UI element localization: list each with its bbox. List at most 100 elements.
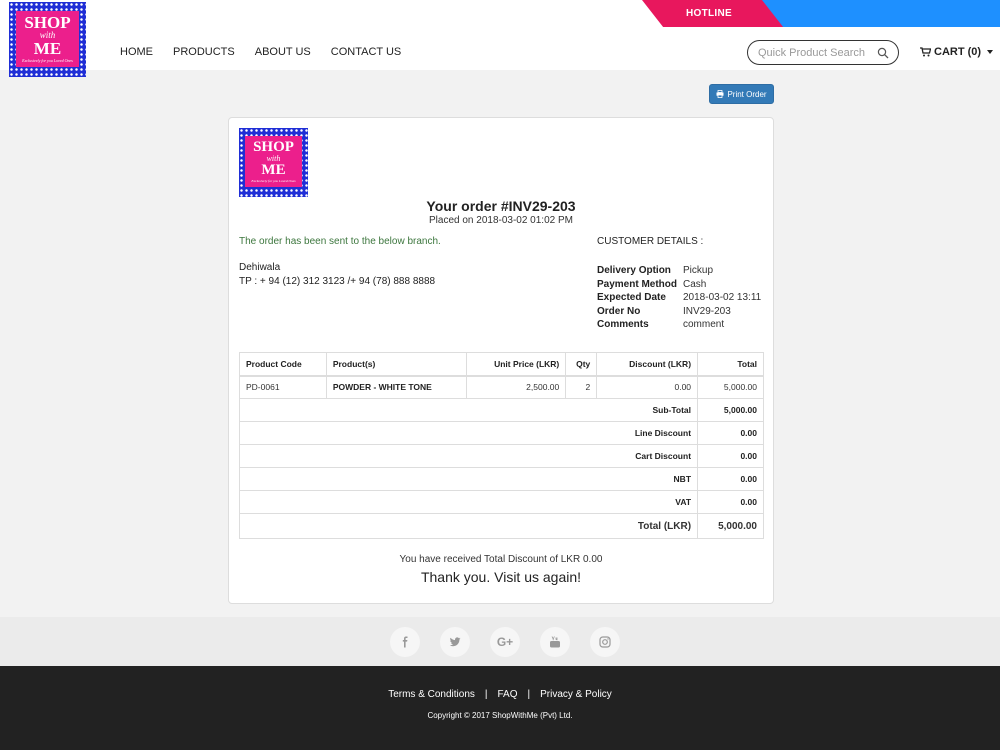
branch-message: The order has been sent to the below bra… [239, 236, 441, 247]
summary-label: Cart Discount [238, 444, 699, 468]
quick-search [747, 40, 899, 65]
summary-label: Line Discount [238, 421, 699, 445]
logo-me-text: ME [33, 39, 62, 59]
site-logo[interactable]: SHOP with ME Exclusively for you Loved O… [9, 2, 86, 77]
cell-total: 5,000.00 [697, 375, 764, 399]
facebook-icon[interactable] [390, 627, 420, 657]
cell-discount: 0.00 [596, 375, 699, 399]
detail-order-no: Order No INV29-203 [597, 306, 761, 320]
summary-label: NBT [238, 467, 699, 491]
cell-unit-price: 2,500.00 [466, 375, 567, 399]
col-qty: Qty [565, 352, 598, 377]
detail-label: Order No [597, 305, 641, 317]
grand-total-label: Total (LKR) [238, 513, 699, 539]
summary-row-cart-discount: Cart Discount 0.00 [238, 444, 764, 468]
summary-row-sub-total: Sub-Total 5,000.00 [238, 398, 764, 422]
footer-separator: | [527, 689, 531, 700]
col-unit-price: Unit Price (LKR) [466, 352, 567, 377]
print-order-button[interactable]: Print Order [709, 84, 774, 104]
discount-message: You have received Total Discount of LKR … [399, 554, 603, 565]
order-logo-inner: SHOP with ME Exclusively for you Loved O… [245, 136, 302, 188]
cart-button[interactable]: CART (0) [920, 46, 994, 58]
nav-contact-us[interactable]: CONTACT US [331, 46, 402, 58]
branch-city: Dehiwala [239, 262, 281, 273]
cart-icon [920, 47, 931, 57]
table-header-row: Product Code Product(s) Unit Price (LKR)… [239, 352, 764, 377]
summary-value: 5,000.00 [697, 398, 764, 422]
site-header: HOTLINE SHOP with ME Exclusively for you… [0, 0, 1000, 77]
summary-row-grand-total: Total (LKR) 5,000.00 [238, 513, 764, 539]
summary-value: 0.00 [697, 467, 764, 491]
summary-value: 0.00 [697, 421, 764, 445]
logo-tagline: Exclusively for you Loved Ones [22, 58, 73, 64]
detail-label: Expected Date [597, 292, 666, 303]
footer-separator: | [484, 689, 488, 700]
summary-value: 0.00 [697, 490, 764, 514]
footer-links: Terms & Conditions | FAQ | Privacy & Pol… [0, 689, 1000, 700]
col-total: Total [697, 352, 764, 377]
order-logo-me-text: ME [261, 162, 286, 179]
detail-label: Payment Method [597, 278, 678, 290]
summary-row-line-discount: Line Discount 0.00 [238, 421, 764, 445]
instagram-icon[interactable] [590, 627, 620, 657]
detail-expected-date: Expected Date 2018-03-02 13:11 [597, 292, 761, 306]
order-logo-tagline: Exclusively for you Loved Ones [251, 179, 296, 184]
thank-you-message: Thank you. Visit us again! [420, 569, 582, 585]
order-items-table: Product Code Product(s) Unit Price (LKR)… [238, 352, 764, 539]
nav-home[interactable]: HOME [120, 46, 153, 58]
footer-link-terms[interactable]: Terms & Conditions [388, 689, 475, 700]
detail-label: Delivery Option [597, 265, 671, 276]
summary-label: VAT [238, 490, 699, 514]
main-nav: HOME PRODUCTS ABOUT US CONTACT US [120, 46, 401, 58]
grand-total-value: 5,000.00 [697, 513, 764, 539]
footer-link-faq[interactable]: FAQ [498, 689, 518, 700]
detail-value: comment [683, 319, 725, 330]
social-bar: G+ [0, 617, 1000, 666]
chevron-down-icon [987, 50, 994, 54]
col-products: Product(s) [325, 352, 468, 377]
hotline-strip: HOTLINE [0, 0, 1000, 27]
branch-phone: TP : + 94 (12) 312 3123 /+ 94 (78) 888 8… [239, 276, 436, 287]
footer-link-privacy[interactable]: Privacy & Policy [540, 689, 612, 700]
google-plus-icon[interactable]: G+ [490, 627, 520, 657]
logo-shop-text: SHOP [24, 13, 71, 33]
nav-products[interactable]: PRODUCTS [173, 46, 235, 58]
youtube-icon[interactable] [540, 627, 570, 657]
search-input[interactable] [758, 45, 876, 61]
detail-value: 2018-03-02 13:11 [683, 292, 762, 303]
detail-comments: Comments comment [597, 319, 761, 333]
cell-qty: 2 [565, 375, 598, 399]
col-discount: Discount (LKR) [596, 352, 699, 377]
cart-label: CART (0) [934, 46, 982, 58]
order-title: Your order #INV29-203 [426, 198, 576, 214]
twitter-icon[interactable] [440, 627, 470, 657]
detail-value: Cash [683, 278, 707, 290]
logo-inner: SHOP with ME Exclusively for you Loved O… [15, 11, 80, 67]
printer-icon [716, 90, 724, 98]
customer-details-title: CUSTOMER DETAILS : [597, 236, 704, 247]
order-logo-shop-text: SHOP [253, 139, 294, 156]
summary-value: 0.00 [697, 444, 764, 468]
hotline-label[interactable]: HOTLINE [686, 8, 732, 19]
nav-about-us[interactable]: ABOUT US [255, 46, 311, 58]
order-placed-date: Placed on 2018-03-02 01:02 PM [429, 215, 573, 226]
detail-delivery-option: Delivery Option Pickup [597, 265, 761, 279]
col-product-code: Product Code [239, 352, 327, 377]
detail-payment-method: Payment Method Cash [597, 279, 761, 293]
detail-value: Pickup [683, 265, 714, 276]
table-row: PD-0061 POWDER - WHITE TONE 2,500.00 2 0… [239, 375, 764, 399]
copyright-text: Copyright © 2017 ShopWithMe (Pvt) Ltd. [427, 711, 573, 720]
order-logo: SHOP with ME Exclusively for you Loved O… [239, 128, 308, 197]
search-icon[interactable] [877, 47, 889, 59]
print-order-label: Print Order [727, 89, 767, 99]
summary-row-vat: VAT 0.00 [238, 490, 764, 514]
cell-product-code: PD-0061 [239, 375, 327, 399]
detail-label: Comments [597, 319, 649, 330]
order-card: SHOP with ME Exclusively for you Loved O… [228, 117, 774, 604]
summary-label: Sub-Total [238, 398, 699, 422]
cell-product-name: POWDER - WHITE TONE [325, 375, 468, 399]
summary-row-nbt: NBT 0.00 [238, 467, 764, 491]
site-footer: Terms & Conditions | FAQ | Privacy & Pol… [0, 666, 1000, 750]
hotline-blue-band [745, 0, 1000, 27]
order-details: Delivery Option Pickup Payment Method Ca… [597, 265, 761, 333]
